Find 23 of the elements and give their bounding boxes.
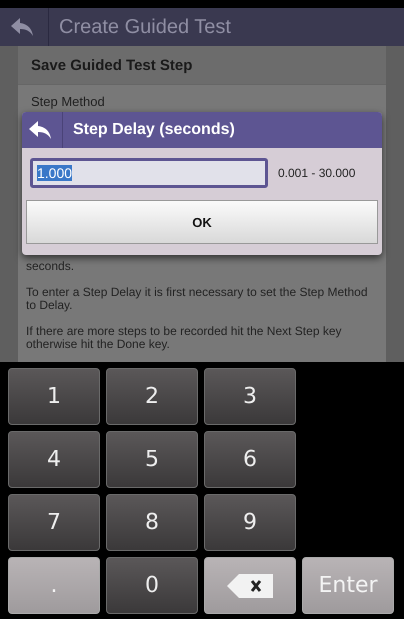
backspace-icon <box>227 574 273 598</box>
key[interactable]: 2 <box>106 368 198 425</box>
key[interactable]: 4 <box>8 431 100 488</box>
help-text: To enter a Step Delay it is first necessary to set the Step Method to Delay. <box>26 286 369 312</box>
dialog-title: Step Delay (seconds) <box>62 112 235 148</box>
ok-button[interactable]: OK <box>26 200 378 244</box>
key[interactable]: 9 <box>204 494 296 551</box>
backspace-key[interactable] <box>204 557 296 614</box>
key[interactable]: 7 <box>8 494 100 551</box>
help-text: seconds. <box>26 260 76 273</box>
key[interactable]: 8 <box>106 494 198 551</box>
key[interactable]: 0 <box>106 557 198 614</box>
section-title: Save Guided Test Step <box>31 56 192 74</box>
back-icon[interactable] <box>10 17 34 37</box>
input-field[interactable]: 1.000 <box>30 158 268 188</box>
key[interactable]: 6 <box>204 431 296 488</box>
key[interactable]: 3 <box>204 368 296 425</box>
help-text: If there are more steps to be recorded hit the Next Step key otherwise hit the Done key. <box>26 325 342 351</box>
back-icon[interactable] <box>28 120 52 140</box>
key[interactable]: 1 <box>8 368 100 425</box>
range-text: 0.001 - 30.000 <box>278 166 356 180</box>
field-label: Step Method <box>30 93 106 109</box>
key[interactable]: 5 <box>106 431 198 488</box>
